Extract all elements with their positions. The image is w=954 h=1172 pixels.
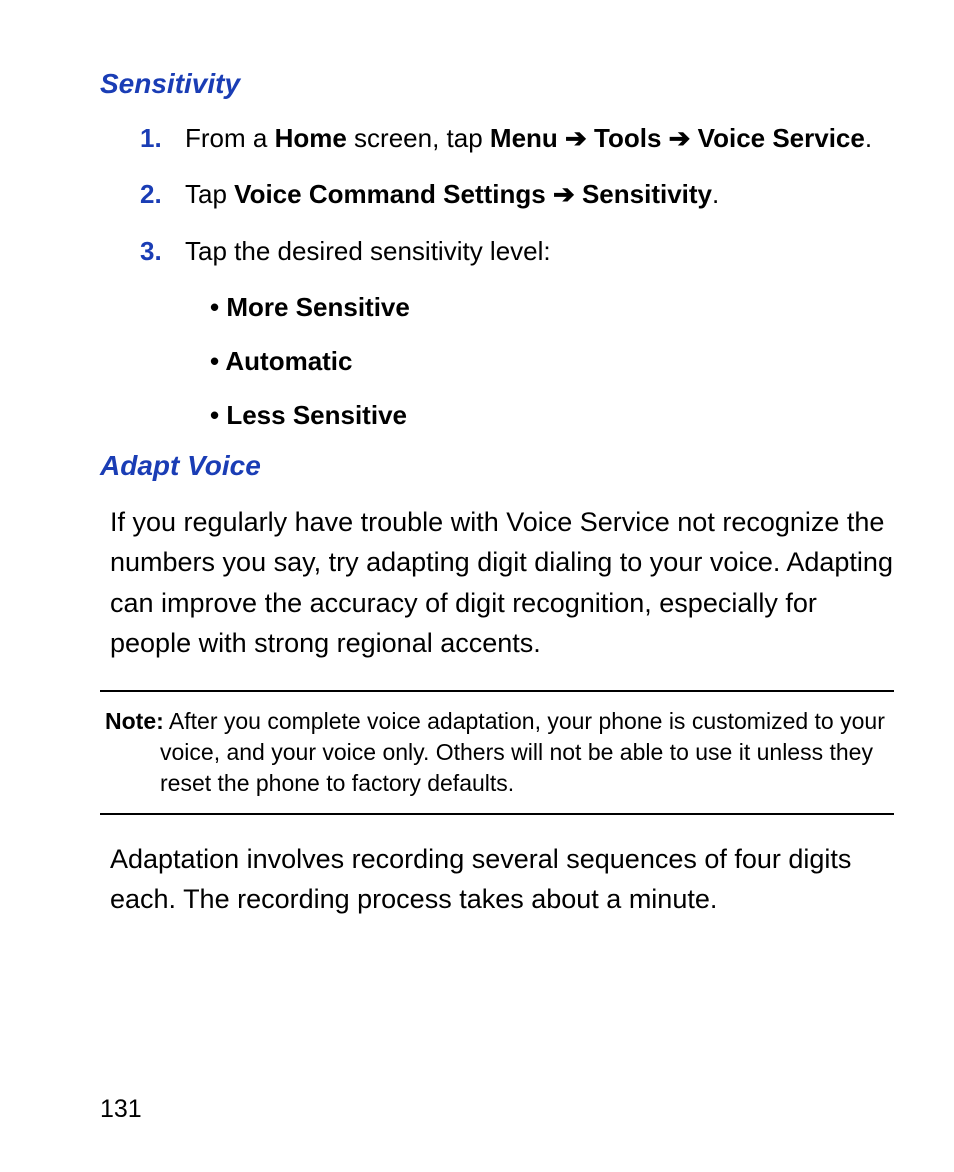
text: .	[865, 123, 872, 153]
section-heading-adapt-voice: Adapt Voice	[100, 450, 894, 482]
step-number: 2.	[140, 174, 185, 214]
arrow-icon: ➔	[546, 179, 582, 209]
step-number: 1.	[140, 118, 185, 158]
bullet-label: Less Sensitive	[226, 400, 407, 430]
bold-menu: Menu	[490, 123, 558, 153]
bold-tools: Tools	[594, 123, 661, 153]
step-body: From a Home screen, tap Menu ➔ Tools ➔ V…	[185, 118, 894, 158]
note-text: Note: After you complete voice adaptatio…	[100, 706, 894, 799]
bold-voice-service: Voice Service	[698, 123, 865, 153]
text: Tap	[185, 179, 234, 209]
note-body: After you complete voice adaptation, you…	[160, 708, 885, 796]
adapt-voice-para2: Adaptation involves recording several se…	[110, 839, 894, 920]
step-number: 3.	[140, 231, 185, 271]
step-body: Tap Voice Command Settings ➔ Sensitivity…	[185, 174, 894, 214]
text: .	[712, 179, 719, 209]
step-body: Tap the desired sensitivity level:	[185, 231, 894, 271]
bullet-label: More Sensitive	[226, 292, 410, 322]
arrow-icon: ➔	[558, 123, 594, 153]
bold-home: Home	[275, 123, 347, 153]
arrow-icon: ➔	[661, 123, 697, 153]
note-box: Note: After you complete voice adaptatio…	[100, 690, 894, 815]
step-3: 3. Tap the desired sensitivity level:	[140, 231, 894, 271]
note-label: Note:	[105, 708, 164, 734]
bold-vcs: Voice Command Settings	[234, 179, 546, 209]
page-number: 131	[100, 1095, 142, 1124]
bullet-more-sensitive: More Sensitive	[210, 287, 894, 327]
text: screen, tap	[347, 123, 490, 153]
bold-sensitivity: Sensitivity	[582, 179, 712, 209]
text: From a	[185, 123, 275, 153]
step-2: 2. Tap Voice Command Settings ➔ Sensitiv…	[140, 174, 894, 214]
section-heading-sensitivity: Sensitivity	[100, 68, 894, 100]
bullet-automatic: Automatic	[210, 341, 894, 381]
adapt-voice-intro: If you regularly have trouble with Voice…	[110, 502, 894, 664]
step-1: 1. From a Home screen, tap Menu ➔ Tools …	[140, 118, 894, 158]
sensitivity-bullets: More Sensitive Automatic Less Sensitive	[210, 287, 894, 436]
bullet-less-sensitive: Less Sensitive	[210, 395, 894, 435]
bullet-label: Automatic	[225, 346, 352, 376]
sensitivity-steps: 1. From a Home screen, tap Menu ➔ Tools …	[140, 118, 894, 271]
